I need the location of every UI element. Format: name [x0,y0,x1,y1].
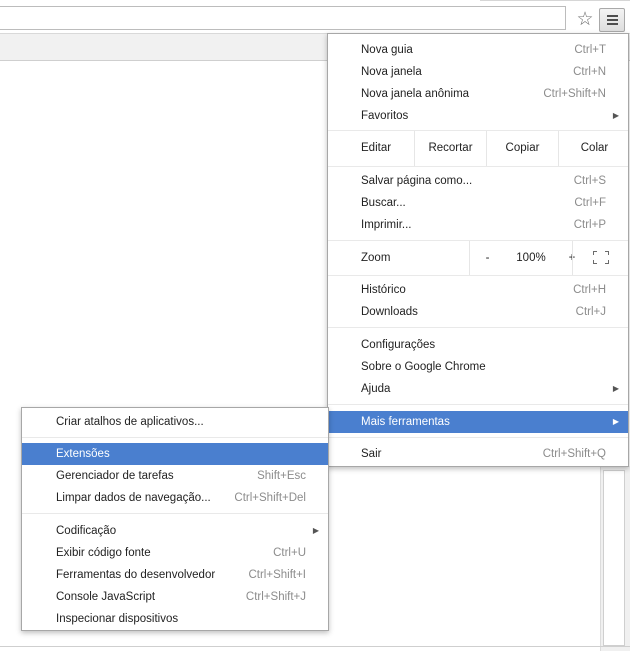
menu-item-label: Extensões [56,448,110,460]
menu-item-save-page[interactable]: Salvar página como... Ctrl+S [328,170,628,192]
menu-item-label: Limpar dados de navegação... [56,492,211,504]
menu-item-shortcut: Ctrl+H [573,284,606,296]
menu-item-shortcut: Ctrl+P [573,219,606,231]
menu-item-help[interactable]: Ajuda ▶ [328,378,628,400]
menu-item-new-window[interactable]: Nova janela Ctrl+N [328,61,628,83]
hamburger-icon-line [607,19,618,21]
submenu-item-extensions[interactable]: Extensões [22,443,328,465]
menu-item-shortcut: Ctrl+Shift+I [248,569,306,581]
menu-separator [22,437,328,438]
menu-separator [328,327,628,328]
zoom-level: 100% [516,252,546,264]
zoom-row: Zoom - 100% + [328,241,628,275]
menu-item-shortcut: Ctrl+Shift+J [245,591,306,603]
menu-item-new-tab[interactable]: Nova guia Ctrl+T [328,39,628,61]
menu-item-shortcut: Ctrl+U [273,547,306,559]
scrollbar[interactable] [600,466,630,651]
menu-item-incognito-window[interactable]: Nova janela anônima Ctrl+Shift+N [328,83,628,105]
menu-separator [328,275,628,276]
fullscreen-icon [593,251,609,264]
menu-separator [328,437,628,438]
submenu-item-inspect-devices[interactable]: Inspecionar dispositivos [22,608,328,630]
submenu-item-create-app-shortcuts[interactable]: Criar atalhos de aplicativos... [22,411,328,433]
menu-separator [328,166,628,167]
menu-item-label: Ajuda [361,383,391,395]
menu-item-shortcut: Ctrl+S [573,175,606,187]
zoom-label: Zoom [361,252,391,264]
menu-item-label: Criar atalhos de aplicativos... [56,416,204,428]
menu-item-label: Buscar... [361,197,406,209]
address-bar[interactable] [0,6,566,30]
submenu-item-javascript-console[interactable]: Console JavaScript Ctrl+Shift+J [22,586,328,608]
edit-row: Editar Recortar Copiar Colar [328,131,628,166]
menu-item-label: Codificação [56,525,117,537]
copy-button[interactable]: Copiar [486,131,558,166]
submenu-arrow-icon: ▶ [612,384,620,393]
menu-item-shortcut: Ctrl+N [573,66,606,78]
menu-item-label: Inspecionar dispositivos [56,613,179,625]
cut-button[interactable]: Recortar [414,131,486,166]
submenu-item-developer-tools[interactable]: Ferramentas do desenvolvedor Ctrl+Shift+… [22,564,328,586]
menu-item-more-tools[interactable]: Mais ferramentas ▶ [328,411,628,433]
menu-item-label: Exibir código fonte [56,547,151,559]
submenu-arrow-icon: ▶ [612,417,620,426]
menu-separator [328,404,628,405]
menu-item-shortcut: Ctrl+F [574,197,606,209]
submenu-item-view-source[interactable]: Exibir código fonte Ctrl+U [22,542,328,564]
menu-item-label: Nova guia [361,44,413,56]
menu-item-label: Sair [361,448,382,460]
menu-item-label: Ferramentas do desenvolvedor [56,569,216,581]
menu-item-shortcut: Ctrl+Shift+Q [542,448,606,460]
menu-item-label: Mais ferramentas [361,416,450,428]
menu-item-label: Imprimir... [361,219,412,231]
menu-item-downloads[interactable]: Downloads Ctrl+J [328,301,628,323]
menu-item-label: Nova janela anônima [361,88,470,100]
more-tools-submenu: Criar atalhos de aplicativos... Extensõe… [21,407,329,631]
chrome-main-menu: Nova guia Ctrl+T Nova janela Ctrl+N Nova… [327,33,629,467]
hamburger-icon-line [607,23,618,25]
menu-separator [22,513,328,514]
menu-item-label: Sobre o Google Chrome [361,361,486,373]
toolbar-edge [480,0,630,1]
menu-item-label: Gerenciador de tarefas [56,470,174,482]
zoom-out-button[interactable]: - [469,241,505,275]
menu-item-shortcut: Ctrl+J [575,306,606,318]
menu-item-label: Favoritos [361,110,409,122]
submenu-item-clear-browsing-data[interactable]: Limpar dados de navegação... Ctrl+Shift+… [22,487,328,509]
menu-item-label: Downloads [361,306,418,318]
paste-button[interactable]: Colar [558,131,630,166]
menu-item-history[interactable]: Histórico Ctrl+H [328,279,628,301]
submenu-item-task-manager[interactable]: Gerenciador de tarefas Shift+Esc [22,465,328,487]
menu-item-label: Histórico [361,284,406,296]
menu-item-label: Console JavaScript [56,591,156,603]
menu-item-shortcut: Ctrl+Shift+Del [234,492,306,504]
menu-item-find[interactable]: Buscar... Ctrl+F [328,192,628,214]
scrollbar-thumb[interactable] [603,470,625,646]
menu-item-shortcut: Shift+Esc [257,470,306,482]
menu-item-bookmarks[interactable]: Favoritos ▶ [328,105,628,127]
hamburger-icon [607,15,618,17]
menu-item-label: Configurações [361,339,436,351]
menu-item-exit[interactable]: Sair Ctrl+Shift+Q [328,443,628,465]
submenu-arrow-icon: ▶ [612,111,620,120]
edit-label: Editar [361,142,392,154]
submenu-arrow-icon: ▶ [312,526,320,535]
menu-item-shortcut: Ctrl+T [574,44,606,56]
bottom-border [0,646,630,647]
star-icon[interactable]: ☆ [573,8,597,30]
menu-item-label: Salvar página como... [361,175,473,187]
chrome-menu-button[interactable] [599,8,625,32]
menu-item-about-chrome[interactable]: Sobre o Google Chrome [328,356,628,378]
browser-toolbar: ☆ [0,0,630,33]
menu-item-print[interactable]: Imprimir... Ctrl+P [328,214,628,236]
menu-item-label: Nova janela [361,66,422,78]
submenu-item-encoding[interactable]: Codificação ▶ [22,520,328,542]
menu-item-settings[interactable]: Configurações [328,334,628,356]
menu-item-shortcut: Ctrl+Shift+N [543,88,606,100]
